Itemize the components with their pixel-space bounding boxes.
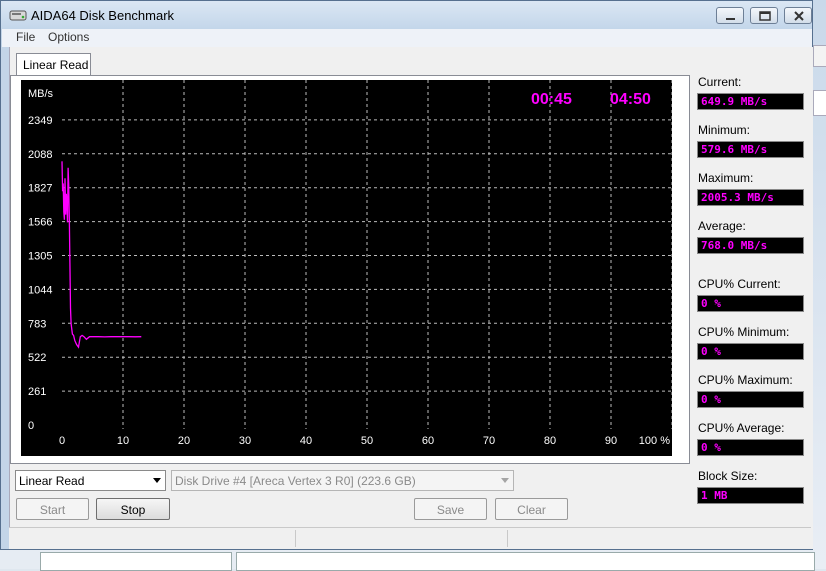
drive-select-value: Disk Drive #4 [Areca Vertex 3 R0] (223.6… — [175, 474, 416, 488]
title-bar[interactable]: AIDA64 Disk Benchmark — [1, 1, 812, 29]
stat-value: 649.9 MB/s — [697, 93, 804, 110]
y-tick-label: 1044 — [28, 284, 52, 296]
chevron-down-icon — [153, 478, 161, 483]
stat-value: 579.6 MB/s — [697, 141, 804, 158]
status-separator — [295, 530, 296, 547]
y-tick-label: 2349 — [28, 115, 52, 127]
x-tick-label: 0 — [59, 435, 65, 447]
stat-label: CPU% Average: — [698, 421, 785, 435]
chevron-down-icon — [501, 478, 509, 483]
stat-value: 0 % — [697, 343, 804, 360]
background-window-edge — [813, 0, 826, 569]
save-button[interactable]: Save — [414, 498, 487, 520]
close-icon — [794, 11, 804, 21]
series-line — [61, 161, 142, 349]
stat-value: 1 MB — [697, 487, 804, 504]
test-type-select[interactable]: Linear Read — [15, 470, 166, 491]
menu-options[interactable]: Options — [48, 30, 89, 44]
minimize-button[interactable] — [716, 7, 744, 24]
test-type-value: Linear Read — [19, 474, 85, 488]
disk-drive-icon — [9, 10, 27, 21]
close-button[interactable] — [784, 7, 812, 24]
stat-value: 0 % — [697, 295, 804, 312]
x-tick-label: 80 — [544, 435, 556, 447]
x-tick-label: 50 — [361, 435, 373, 447]
y-tick-label: 1827 — [28, 183, 52, 195]
y-tick-label: 1566 — [28, 217, 52, 229]
x-tick-label: 60 — [422, 435, 434, 447]
x-tick-label: 90 — [605, 435, 617, 447]
window-title: AIDA64 Disk Benchmark — [31, 8, 175, 23]
x-tick-label: 30 — [239, 435, 251, 447]
y-tick-label: 1305 — [28, 251, 52, 263]
status-bar — [9, 527, 811, 549]
background-toolbar-strip — [813, 45, 826, 67]
restore-icon — [759, 11, 771, 21]
y-tick-label: 522 — [28, 352, 46, 364]
background-pane-right — [236, 552, 815, 571]
elapsed-time: 00:45 — [531, 91, 572, 108]
clear-button[interactable]: Clear — [495, 498, 568, 520]
stat-label: CPU% Minimum: — [698, 325, 790, 339]
menu-bar: File Options — [2, 29, 812, 47]
remaining-time: 04:50 — [610, 91, 651, 108]
x-tick-label: 20 — [178, 435, 190, 447]
benchmark-chart: 2349 2088 1827 1566 1305 1044 783 522 261 0 0 10 20 3… — [21, 80, 672, 456]
x-tick-label: 70 — [483, 435, 495, 447]
x-tick-label: 10 — [117, 435, 129, 447]
y-axis-unit-label: MB/s — [28, 88, 54, 100]
status-separator — [507, 530, 508, 547]
stat-label: CPU% Current: — [698, 277, 781, 291]
y-tick-label: 783 — [28, 318, 46, 330]
stat-label: Current: — [698, 75, 742, 89]
stat-label: Average: — [698, 219, 746, 233]
stat-value: 0 % — [697, 391, 804, 408]
minimize-icon — [726, 18, 735, 20]
stat-value: 0 % — [697, 439, 804, 456]
stat-label: Minimum: — [698, 123, 751, 137]
stat-value: 2005.3 MB/s — [697, 189, 804, 206]
background-pane-left — [40, 552, 232, 571]
stop-button[interactable]: Stop — [96, 498, 170, 520]
tab-linear-read[interactable]: Linear Read — [16, 53, 91, 76]
stat-value: 768.0 MB/s — [697, 237, 804, 254]
background-input-strip — [813, 90, 826, 116]
background-window-bottom — [0, 550, 815, 571]
stat-label: Maximum: — [698, 171, 754, 185]
y-tick-label: 0 — [28, 420, 34, 432]
x-tick-label: 100 % — [639, 435, 670, 447]
y-tick-label: 261 — [28, 386, 46, 398]
menu-file[interactable]: File — [16, 30, 35, 44]
drive-select[interactable]: Disk Drive #4 [Areca Vertex 3 R0] (223.6… — [171, 470, 514, 491]
maximize-button[interactable] — [750, 7, 778, 24]
stat-label: Block Size: — [698, 469, 758, 483]
y-tick-label: 2088 — [28, 149, 52, 161]
x-tick-label: 40 — [300, 435, 312, 447]
chart-svg: 2349 2088 1827 1566 1305 1044 783 522 261 0 0 10 20 3… — [28, 80, 672, 447]
start-button[interactable]: Start — [16, 498, 89, 520]
stat-label: CPU% Maximum: — [698, 373, 793, 387]
